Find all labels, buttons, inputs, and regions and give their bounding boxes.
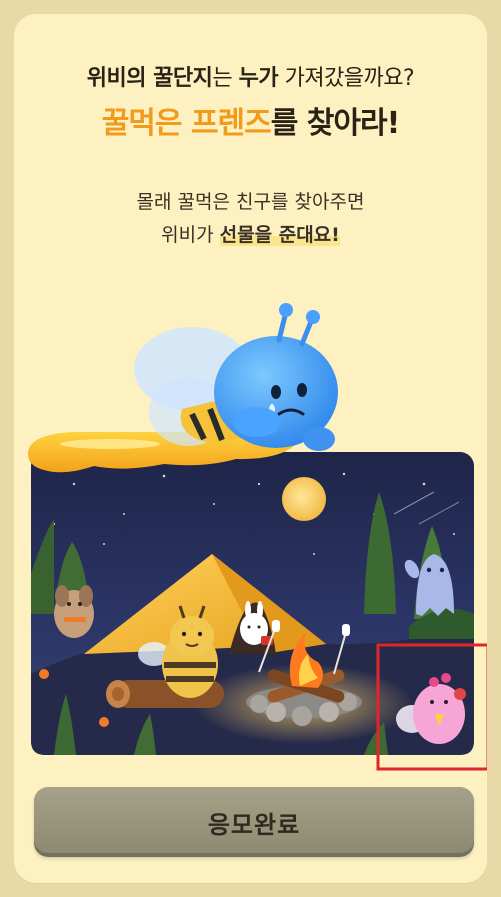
submit-complete-button[interactable]: 응모완료 (34, 787, 474, 857)
moon-icon (282, 477, 326, 521)
dog-character-icon (54, 585, 94, 638)
event-card: 위비의 꿀단지는 누가 가져갔을까요? 꿀먹은 프렌즈를 찾아라! 몰래 꿀먹은… (14, 14, 487, 883)
bee-mascot-sad-icon (134, 303, 338, 451)
camping-scene-illustration (28, 303, 487, 771)
